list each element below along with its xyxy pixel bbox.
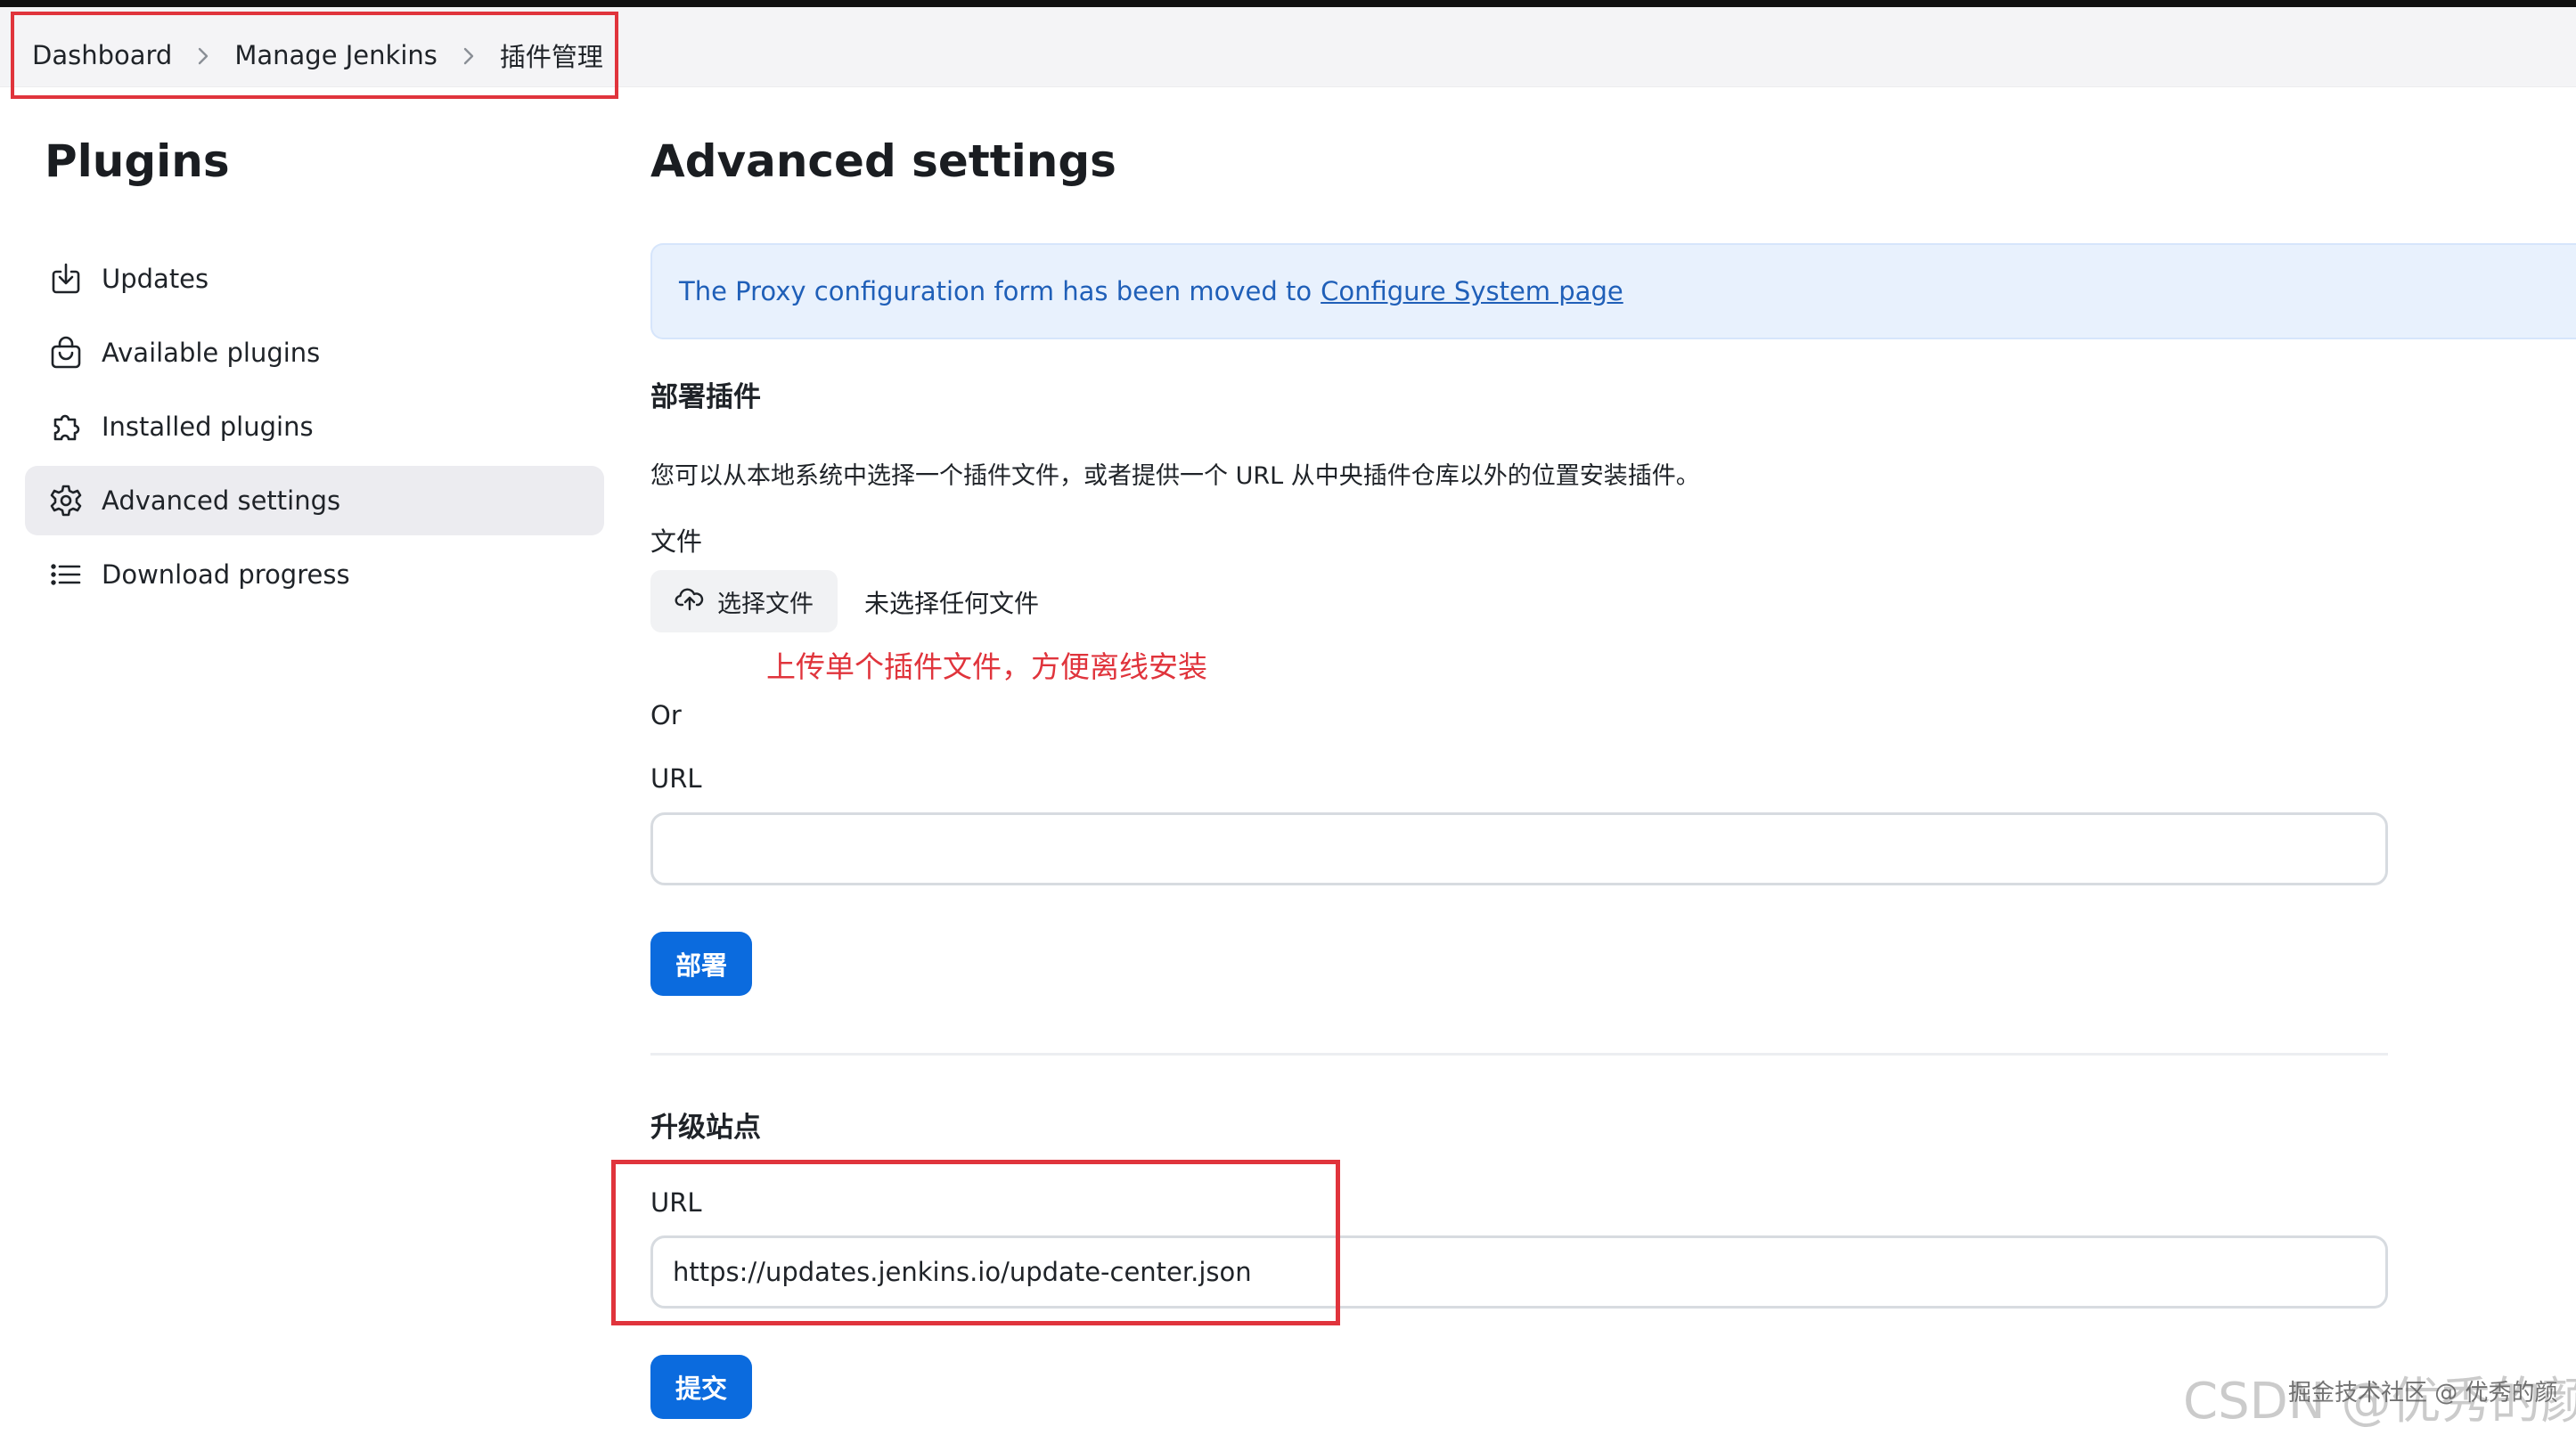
info-notice: The Proxy configuration form has been mo… (650, 243, 2576, 339)
sidebar-item-label: Updates (102, 264, 209, 294)
deploy-url-label: URL (650, 763, 702, 794)
deploy-button[interactable]: 部署 (650, 932, 752, 996)
sidebar-item-label: Installed plugins (102, 412, 314, 442)
breadcrumb-manage-jenkins[interactable]: Manage Jenkins (234, 40, 438, 70)
sidebar-item-installed-plugins[interactable]: Installed plugins (25, 392, 604, 461)
update-site-section-title: 升级站点 (650, 1112, 761, 1144)
deploy-description: 您可以从本地系统中选择一个插件文件，或者提供一个 URL 从中央插件仓库以外的位… (650, 462, 1700, 490)
sidebar-item-download-progress[interactable]: Download progress (25, 540, 604, 609)
cloud-upload-icon (675, 586, 705, 617)
choose-file-button[interactable]: 选择文件 (650, 570, 838, 632)
or-text: Or (650, 700, 682, 730)
chevron-right-icon (172, 40, 234, 71)
annotation-highlight-box (611, 1160, 1340, 1325)
sidebar-item-label: Advanced settings (102, 485, 341, 516)
window-top-border (0, 0, 2576, 7)
section-divider (650, 1053, 2388, 1056)
deploy-plugin-section-title: 部署插件 (650, 381, 761, 413)
sidebar-title: Plugins (45, 135, 230, 187)
deploy-url-input[interactable] (650, 812, 2388, 885)
breadcrumb: Dashboard Manage Jenkins 插件管理 (11, 12, 618, 99)
breadcrumb-dashboard[interactable]: Dashboard (32, 40, 172, 70)
file-label: 文件 (650, 526, 703, 557)
list-icon (46, 555, 86, 594)
sidebar-item-updates[interactable]: Updates (25, 244, 604, 314)
notice-text: The Proxy configuration form has been mo… (679, 276, 1313, 306)
sidebar-item-advanced-settings[interactable]: Advanced settings (25, 466, 604, 535)
annotation-text: 上传单个插件文件，方便离线安装 (766, 649, 1207, 684)
configure-system-link[interactable]: Configure System page (1321, 276, 1623, 306)
sidebar-item-label: Download progress (102, 559, 350, 590)
puzzle-icon (46, 407, 86, 446)
gear-icon (46, 481, 86, 520)
choose-file-label: 选择文件 (717, 590, 814, 618)
sidebar-item-label: Available plugins (102, 338, 321, 368)
chevron-right-icon (438, 40, 500, 71)
shopping-bag-icon (46, 333, 86, 372)
no-file-selected-text: 未选择任何文件 (864, 589, 1040, 618)
breadcrumb-plugin-manager[interactable]: 插件管理 (500, 37, 603, 74)
watermark-juejin: 掘金技术社区 @ 优秀的颜 (2288, 1380, 2558, 1406)
sidebar-item-available-plugins[interactable]: Available plugins (25, 318, 604, 387)
download-icon (46, 259, 86, 298)
page-title: Advanced settings (650, 135, 1116, 187)
submit-button[interactable]: 提交 (650, 1355, 752, 1419)
